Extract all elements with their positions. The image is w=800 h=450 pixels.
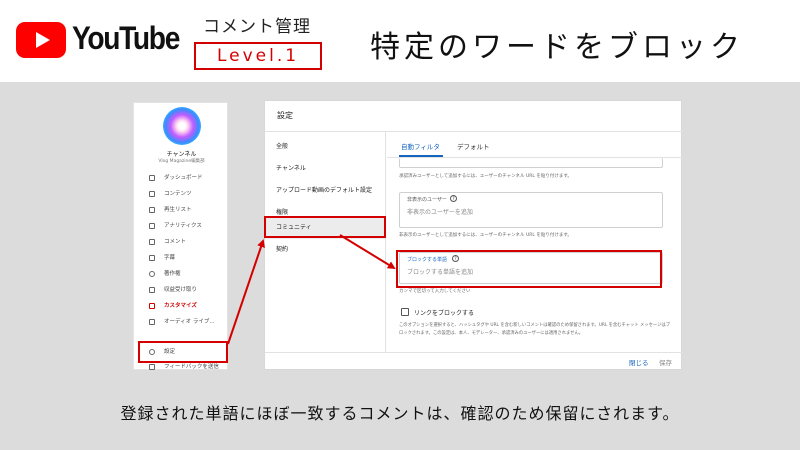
subtitles-icon [149,255,155,261]
close-button[interactable]: 閉じる [629,357,649,367]
category-label: コメント管理 [203,17,311,37]
sidebar-item-subtitles[interactable]: 字幕 [134,251,229,265]
sidebar-item-label: アナリティクス [164,223,202,229]
sidebar-item-label: 再生リスト [164,207,192,213]
comment-icon [149,239,155,245]
sidebar-item-playlists[interactable]: 再生リスト [134,203,229,217]
sidebar-item-audio-library[interactable]: オーディオ ライブ... [134,315,229,329]
approved-users-hint: 承認済みユーザーとして追加するには、ユーザーのチャンネル URL を貼り付けます… [399,174,572,179]
tab-auto-filter[interactable]: 自動フィルタ [401,141,440,151]
sidebar-item-label: 字幕 [164,255,176,261]
analytics-icon [149,223,155,229]
highlight-community [264,216,386,238]
feedback-icon [149,364,155,370]
channel-name: チャンネル [166,151,197,158]
header-banner: YouTube コメント管理 Level.1 特定のワードをブロック [0,0,800,82]
hidden-users-field[interactable]: 非表示のユーザー ? 非表示のユーザーを追加 [399,192,663,228]
sidebar-item-label: コメント [164,239,187,245]
sidebar-item-dashboard[interactable]: ダッシュボード [134,171,229,185]
active-tab-indicator [399,155,443,157]
sidebar-item-label: コンテンツ [164,191,192,197]
channel-sidebar: チャンネル Vlog Magazine編集部 ダッシュボード コンテンツ 再生リ… [133,102,228,370]
sidebar-item-comments[interactable]: コメント [134,235,229,249]
hidden-users-label: 非表示のユーザー [407,197,447,203]
settings-nav: 全般 チャンネル アップロード動画のデフォルト設定 権限 コミュニティ 契約 [265,132,386,352]
nav-item-agreements[interactable]: 契約 [265,239,386,261]
divider [265,352,683,353]
dollar-icon [149,287,155,293]
audio-library-icon [149,319,155,325]
nav-item-upload-defaults[interactable]: アップロード動画のデフォルト設定 [265,180,386,202]
approved-users-field[interactable] [399,158,663,168]
highlight-settings [138,341,228,363]
channel-subtitle: Vlog Magazine編集部 [158,159,205,164]
hidden-users-input[interactable]: 非表示のユーザーを追加 [407,207,473,216]
tab-defaults[interactable]: デフォルト [457,141,490,151]
sidebar-item-earn[interactable]: 収益受け取り [134,283,229,297]
block-links-checkbox[interactable] [401,308,409,316]
sidebar-item-label: 収益受け取り [164,287,198,293]
playlist-icon [149,207,155,213]
sidebar-item-label: 著作権 [164,271,181,277]
page-title: 特定のワードをブロック [370,30,744,65]
content-icon [149,191,155,197]
dialog-title: 設定 [277,111,293,120]
blocked-words-hint: カンマで区切って入力してください [399,289,471,294]
tab-bar: 自動フィルタ デフォルト [387,132,683,158]
sidebar-item-label: フィードバックを送信 [164,364,219,370]
level-badge: Level.1 [194,42,322,70]
nav-item-general[interactable]: 全般 [265,136,386,158]
sidebar-item-label: ダッシュボード [164,175,203,181]
arrow-to-community [227,239,265,345]
sidebar-item-copyright[interactable]: 著作権 [134,267,229,281]
sidebar-item-label: オーディオ ライブ... [164,319,215,325]
sidebar-item-label: カスタマイズ [164,303,197,309]
copyright-icon [149,271,155,277]
sidebar-item-customize[interactable]: カスタマイズ [134,299,229,313]
highlight-blocked-words [396,250,662,288]
help-icon[interactable]: ? [450,195,457,202]
dashboard-icon [149,175,155,181]
caption: 登録された単語にほぼ一致するコメントは、確認のため保留にされます。 [120,404,680,423]
sidebar-item-analytics[interactable]: アナリティクス [134,219,229,233]
customize-icon [149,303,155,309]
channel-avatar[interactable] [163,107,201,145]
block-links-label: リンクをブロックする [414,310,475,317]
brand-wordmark: YouTube [72,20,180,56]
block-links-description: このオプションを選択すると、ハッシュタグや URL を含む新しいコメントは確認の… [399,323,670,336]
nav-item-channel[interactable]: チャンネル [265,158,386,180]
youtube-play-icon [16,22,66,58]
sidebar-item-content[interactable]: コンテンツ [134,187,229,201]
hidden-users-hint: 非表示のユーザーとして追加するには、ユーザーのチャンネル URL を貼り付けます… [399,233,572,238]
save-button[interactable]: 保存 [659,357,672,367]
